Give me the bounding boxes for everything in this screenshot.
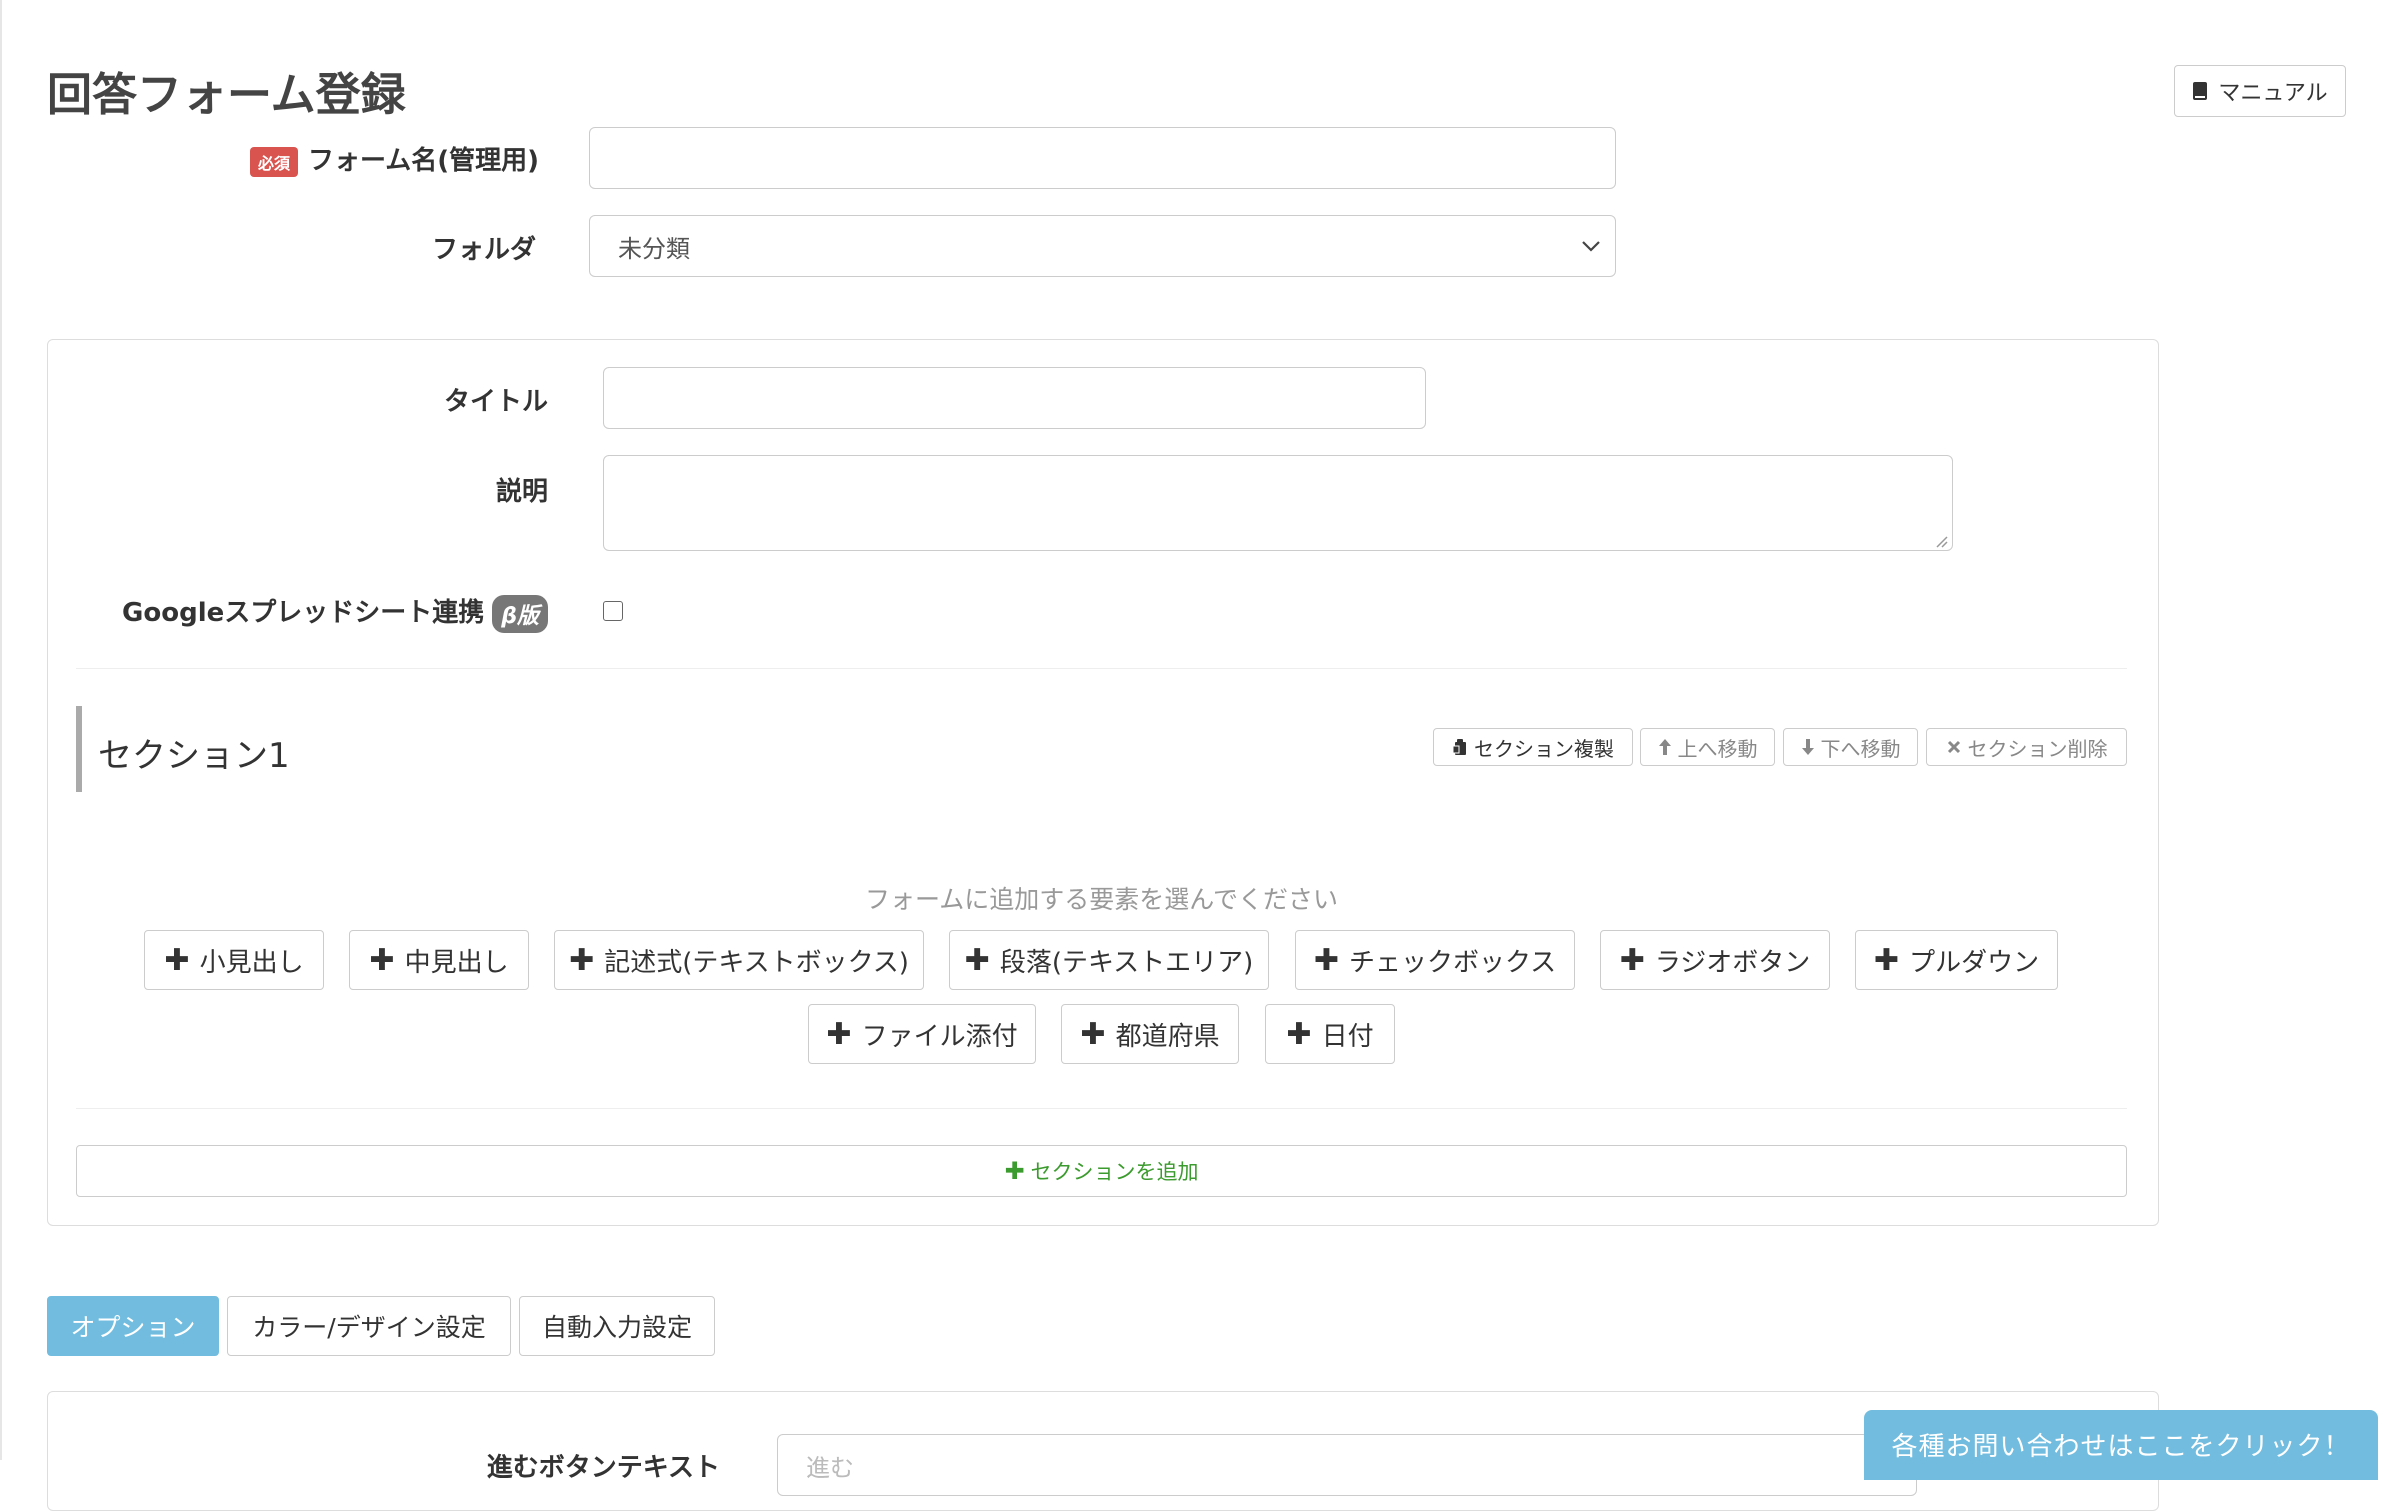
next-button-text-placeholder: 進む [806, 1453, 854, 1482]
beta-badge: β版 [492, 594, 548, 633]
form-name-label-text: フォーム名(管理用) [308, 146, 540, 176]
tab-autofill[interactable]: 自動入力設定 [519, 1296, 715, 1356]
plus-icon: ✚ [1313, 942, 1339, 978]
section-bar [76, 706, 82, 792]
plus-icon: ✚ [1286, 1016, 1312, 1052]
add-radio-label: ラジオボタン [1654, 947, 1811, 978]
close-icon [1946, 739, 1962, 755]
add-file-label: ファイル添付 [861, 1021, 1018, 1052]
section-move-down-label: 下へ移動 [1820, 736, 1901, 761]
section-title: セクション1 [98, 736, 290, 776]
add-textbox-button[interactable]: ✚ 記述式(テキストボックス) [554, 930, 924, 990]
copy-icon [1452, 738, 1468, 756]
add-pulldown-button[interactable]: ✚ プルダウン [1855, 930, 2058, 990]
add-textbox-label: 記述式(テキストボックス) [604, 947, 909, 978]
add-checkbox-button[interactable]: ✚ チェックボックス [1295, 930, 1575, 990]
chevron-down-icon [1581, 240, 1601, 252]
description-textarea[interactable] [603, 455, 1953, 551]
plus-icon: ✚ [1619, 942, 1645, 978]
add-small-heading-button[interactable]: ✚ 小見出し [144, 930, 324, 990]
tab-color-design[interactable]: カラー/デザイン設定 [227, 1296, 511, 1356]
add-textarea-button[interactable]: ✚ 段落(テキストエリア) [949, 930, 1269, 990]
section-delete-label: セクション削除 [1967, 736, 2108, 761]
plus-icon: ✚ [826, 1016, 852, 1052]
next-button-text-input[interactable]: 進む [777, 1434, 1917, 1496]
manual-button-label: マニュアル [2218, 81, 2328, 106]
description-label: 説明 [495, 477, 548, 507]
section-duplicate-button[interactable]: セクション複製 [1433, 728, 1633, 766]
required-badge: 必須 [250, 146, 299, 177]
section-move-down-button[interactable]: 下へ移動 [1783, 728, 1918, 766]
sheets-label: Googleスプレッドシート連携 β版 [100, 592, 548, 633]
section-duplicate-label: セクション複製 [1474, 736, 1614, 761]
sheets-checkbox[interactable] [603, 601, 623, 621]
form-name-label: 必須 フォーム名(管理用) [250, 140, 540, 177]
title-input[interactable] [603, 367, 1426, 429]
add-checkbox-label: チェックボックス [1348, 947, 1557, 978]
plus-icon: ✚ [1004, 1157, 1025, 1185]
plus-icon: ✚ [964, 942, 990, 978]
add-date-label: 日付 [1321, 1021, 1374, 1052]
arrow-up-icon [1658, 738, 1672, 756]
folder-label: フォルダ [431, 235, 536, 265]
page-title: 回答フォーム登録 [47, 68, 406, 121]
divider [76, 1108, 2127, 1109]
section-move-up-label: 上へ移動 [1677, 736, 1758, 761]
add-textarea-label: 段落(テキストエリア) [999, 947, 1254, 978]
form-name-input[interactable] [589, 127, 1616, 189]
add-prefecture-label: 都道府県 [1115, 1021, 1220, 1052]
manual-button[interactable]: マニュアル [2174, 65, 2346, 117]
add-medium-heading-label: 中見出し [404, 947, 509, 978]
add-pulldown-label: プルダウン [1909, 947, 2040, 978]
section-move-up-button[interactable]: 上へ移動 [1640, 728, 1775, 766]
plus-icon: ✚ [164, 942, 190, 978]
support-contact-button[interactable]: 各種お問い合わせはここをクリック！ [1864, 1410, 2378, 1480]
section-delete-button[interactable]: セクション削除 [1926, 728, 2127, 766]
plus-icon: ✚ [1080, 1016, 1106, 1052]
title-label: タイトル [443, 387, 548, 417]
plus-icon: ✚ [1873, 942, 1900, 978]
add-section-button[interactable]: ✚ セクションを追加 [76, 1145, 2127, 1197]
folder-select[interactable]: 未分類 [589, 215, 1616, 277]
plus-icon: ✚ [369, 942, 395, 978]
sheets-label-text: Googleスプレッドシート連携 [122, 598, 485, 628]
add-small-heading-label: 小見出し [199, 947, 304, 978]
resize-handle-icon[interactable] [1934, 534, 1948, 548]
add-element-hint: フォームに追加する要素を選んでください [864, 885, 1338, 914]
add-file-button[interactable]: ✚ ファイル添付 [808, 1004, 1036, 1064]
book-icon [2192, 81, 2208, 101]
tab-options[interactable]: オプション [47, 1296, 219, 1356]
next-button-text-label: 進むボタンテキスト [486, 1453, 720, 1483]
add-date-button[interactable]: ✚ 日付 [1265, 1004, 1395, 1064]
add-prefecture-button[interactable]: ✚ 都道府県 [1061, 1004, 1239, 1064]
plus-icon: ✚ [569, 942, 595, 978]
arrow-down-icon [1801, 738, 1815, 756]
divider [76, 668, 2127, 669]
add-radio-button[interactable]: ✚ ラジオボタン [1600, 930, 1830, 990]
folder-selected-value: 未分類 [618, 234, 690, 263]
add-medium-heading-button[interactable]: ✚ 中見出し [349, 930, 529, 990]
left-border [0, 0, 2, 1460]
add-section-label: セクションを追加 [1030, 1160, 1199, 1184]
